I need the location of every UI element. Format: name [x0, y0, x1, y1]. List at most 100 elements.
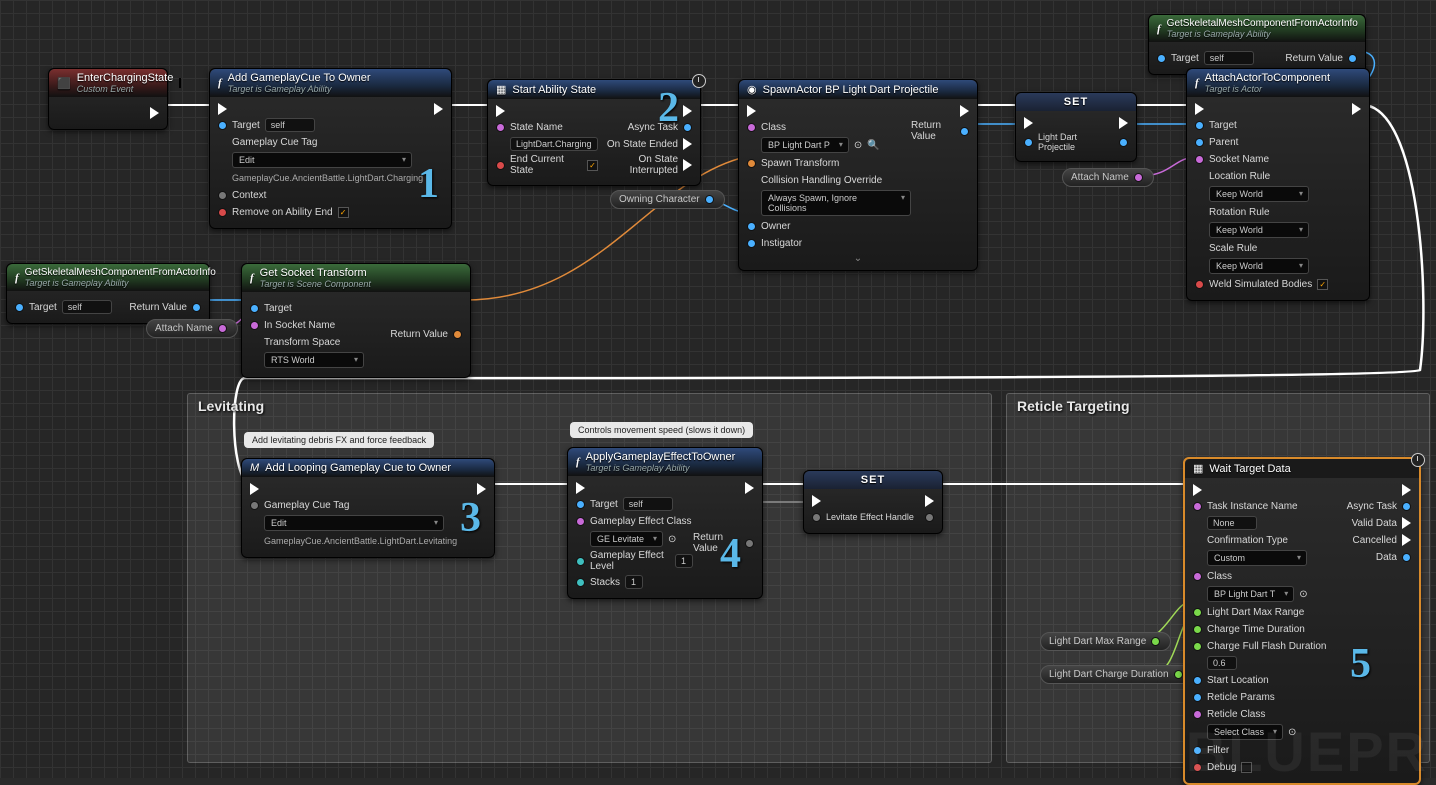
node-add-gameplaycue-to-owner[interactable]: f Add GameplayCue To Owner Target is Gam…: [209, 68, 452, 229]
node-enter-charging-state[interactable]: ⬛ EnterChargingState Custom Event: [48, 68, 168, 130]
variable-attach-name[interactable]: Attach Name: [146, 319, 238, 338]
node-get-skeletal-mesh-top[interactable]: f GetSkeletalMeshComponentFromActorInfo …: [1148, 14, 1366, 75]
pin[interactable]: [960, 127, 969, 136]
pin[interactable]: [1193, 625, 1202, 634]
pin[interactable]: [925, 513, 934, 522]
variable-max-range[interactable]: Light Dart Max Range: [1040, 632, 1171, 651]
pin[interactable]: [812, 513, 821, 522]
pin[interactable]: [1195, 280, 1204, 289]
exec-out-pin[interactable]: [683, 138, 692, 150]
exec-out-pin[interactable]: [150, 107, 159, 119]
exec-in-pin[interactable]: [1193, 484, 1202, 496]
node-add-looping-cue[interactable]: MAdd Looping Gameplay Cue to Owner Gamep…: [241, 458, 495, 558]
browse-icon[interactable]: 🔍: [867, 140, 879, 151]
node-get-skeletal-mesh-left[interactable]: f GetSkeletalMeshComponentFromActorInfo …: [6, 263, 210, 324]
pin[interactable]: [250, 304, 259, 313]
exec-in-pin[interactable]: [250, 483, 259, 495]
pin[interactable]: [747, 159, 756, 168]
dropdown-collision[interactable]: Always Spawn, Ignore Collisions: [761, 190, 911, 216]
pin[interactable]: [576, 500, 585, 509]
pin[interactable]: [745, 539, 754, 548]
pin[interactable]: [683, 123, 692, 132]
pin[interactable]: [1195, 121, 1204, 130]
pin-remove[interactable]: [218, 208, 227, 217]
exec-out-pin[interactable]: [1402, 534, 1411, 546]
expand-icon[interactable]: ⌄: [747, 253, 969, 264]
blueprint-canvas[interactable]: Levitating Reticle Targeting Add levitat…: [0, 0, 1436, 778]
exec-in-pin[interactable]: [576, 482, 585, 494]
pin[interactable]: [1195, 155, 1204, 164]
pin[interactable]: [747, 123, 756, 132]
checkbox[interactable]: ✓: [587, 160, 597, 171]
pin[interactable]: [250, 321, 259, 330]
exec-in-pin[interactable]: [812, 495, 821, 507]
node-set-levitate-handle[interactable]: SET Levitate Effect Handle: [803, 470, 943, 534]
node-attach-actor[interactable]: f AttachActorToComponent Target is Actor…: [1186, 68, 1370, 301]
exec-in-pin[interactable]: [1195, 103, 1204, 115]
dropdown[interactable]: RTS World: [264, 352, 364, 368]
exec-out-pin[interactable]: [683, 159, 692, 171]
dropdown-class[interactable]: BP Light Dart P: [761, 137, 849, 153]
pin[interactable]: [576, 578, 585, 587]
pin[interactable]: [747, 239, 756, 248]
pin[interactable]: [1193, 642, 1202, 651]
pin[interactable]: [496, 123, 505, 132]
exec-in-pin[interactable]: [1024, 117, 1033, 129]
dropdown[interactable]: BP Light Dart T: [1207, 586, 1294, 602]
exec-out-pin[interactable]: [1402, 517, 1411, 529]
pin[interactable]: [496, 161, 505, 170]
pin[interactable]: [1193, 608, 1202, 617]
pin[interactable]: [1193, 572, 1202, 581]
search-icon[interactable]: ⊙: [854, 140, 862, 151]
pin-context[interactable]: [218, 191, 227, 200]
pin[interactable]: [1193, 502, 1202, 511]
pin[interactable]: [1151, 637, 1160, 646]
pin[interactable]: [1157, 54, 1166, 63]
variable-attach-name[interactable]: Attach Name: [1062, 168, 1154, 187]
pin[interactable]: [576, 517, 585, 526]
pin-target[interactable]: [218, 121, 227, 130]
pin[interactable]: [250, 501, 259, 510]
pin[interactable]: [1402, 553, 1411, 562]
pin[interactable]: [1193, 693, 1202, 702]
exec-in-pin[interactable]: [747, 105, 756, 117]
exec-in-pin[interactable]: [218, 103, 227, 115]
search-icon[interactable]: ⊙: [1299, 589, 1307, 600]
exec-out-pin[interactable]: [745, 482, 754, 494]
pin[interactable]: [192, 303, 201, 312]
pin[interactable]: [576, 557, 585, 566]
dropdown[interactable]: Edit: [264, 515, 444, 531]
pin[interactable]: [747, 222, 756, 231]
pin[interactable]: [218, 324, 227, 333]
breakpoint-icon[interactable]: [179, 78, 181, 88]
node-comment-bubble[interactable]: Add levitating debris FX and force feedb…: [244, 432, 434, 448]
variable-owning-character[interactable]: Owning Character: [610, 190, 725, 209]
checkbox[interactable]: ✓: [338, 207, 349, 218]
node-spawn-actor[interactable]: ◉SpawnActor BP Light Dart Projectile Cla…: [738, 79, 978, 271]
checkbox[interactable]: ✓: [1317, 279, 1328, 290]
exec-out-pin[interactable]: [1402, 484, 1411, 496]
exec-out-pin[interactable]: [1119, 117, 1128, 129]
pin[interactable]: [705, 195, 714, 204]
pin[interactable]: [15, 303, 24, 312]
pin[interactable]: [1195, 138, 1204, 147]
dropdown[interactable]: Keep World: [1209, 258, 1309, 274]
pin[interactable]: [1193, 710, 1202, 719]
variable-charge-duration[interactable]: Light Dart Charge Duration: [1040, 665, 1194, 684]
exec-out-pin[interactable]: [1352, 103, 1361, 115]
dropdown[interactable]: Custom: [1207, 550, 1307, 566]
exec-out-pin[interactable]: [960, 105, 969, 117]
node-get-socket-transform[interactable]: f Get Socket Transform Target is Scene C…: [241, 263, 471, 378]
pin[interactable]: [1348, 54, 1357, 63]
exec-out-pin[interactable]: [434, 103, 443, 115]
field-state-name[interactable]: LightDart.Charging: [510, 137, 598, 151]
pin[interactable]: [1402, 502, 1411, 511]
search-icon[interactable]: ⊙: [668, 534, 676, 545]
node-set-projectile[interactable]: SET Light Dart Projectile: [1015, 92, 1137, 162]
pin[interactable]: [1193, 676, 1202, 685]
pin[interactable]: [1174, 670, 1183, 679]
exec-in-pin[interactable]: [496, 105, 505, 117]
exec-out-pin[interactable]: [683, 105, 692, 117]
pin[interactable]: [453, 330, 462, 339]
dropdown-cue-tag[interactable]: Edit: [232, 152, 412, 168]
